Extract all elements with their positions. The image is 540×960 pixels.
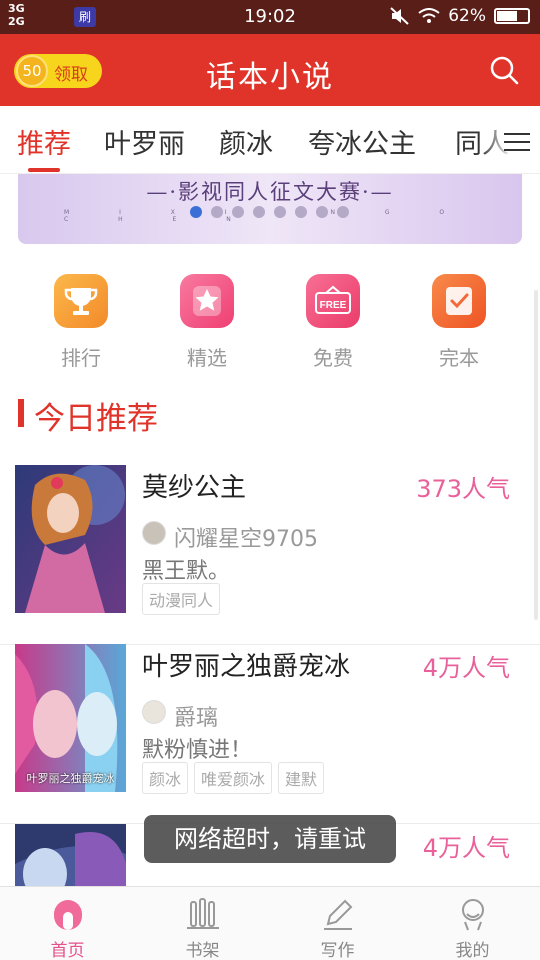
banner-dot[interactable]	[274, 206, 286, 218]
battery-percent: 62%	[448, 6, 486, 26]
check-icon	[432, 274, 486, 328]
promo-banner[interactable]: —·影视同人征文大赛·— M I X I A N G O C H E N	[18, 174, 522, 244]
profile-icon	[461, 899, 484, 931]
book-description: 默粉慎进！	[142, 738, 253, 763]
banner-dot[interactable]	[337, 206, 349, 218]
book-popularity: 373人气	[416, 475, 510, 503]
ranking-label: 排行	[61, 346, 101, 370]
author-avatar	[142, 521, 166, 545]
free-label: 免费	[313, 346, 353, 370]
banner-dot[interactable]	[232, 206, 244, 218]
book-cover[interactable]: 叶罗丽之独爵宠冰	[15, 644, 126, 792]
free-icon: FREE	[306, 274, 360, 328]
banner-title: —·影视同人征文大赛·—	[146, 180, 394, 204]
book-author[interactable]: 闪耀星空9705	[174, 521, 318, 553]
banner-dot[interactable]	[211, 206, 223, 218]
completed-shortcut[interactable]: 完本	[419, 274, 499, 371]
free-shortcut[interactable]: FREE 免费	[293, 274, 373, 371]
featured-shortcut[interactable]: 精选	[167, 274, 247, 371]
book-tags: 颜冰 唯爱颜冰 建默	[142, 762, 325, 794]
nav-write[interactable]: 写作	[270, 887, 405, 960]
app-screen: 3G 2G 刷 19:02 62% 50 领取 话本小说 推荐 叶罗丽 颜冰 夸…	[0, 0, 540, 960]
banner-dot[interactable]	[295, 206, 307, 218]
app-header: 50 领取 话本小说	[0, 34, 540, 106]
nav-profile-label: 我的	[455, 941, 490, 960]
book-author[interactable]: 爵璃	[174, 700, 218, 732]
nav-write-label: 写作	[320, 941, 355, 960]
banner-dot[interactable]	[253, 206, 265, 218]
status-right: 62%	[390, 6, 530, 26]
completed-label: 完本	[439, 346, 479, 370]
book-description: 黑王默。	[142, 559, 231, 584]
author-avatar	[142, 700, 166, 724]
star-icon	[180, 274, 234, 328]
svg-text:FREE: FREE	[320, 300, 347, 311]
cover-caption: 叶罗丽之独爵宠冰	[26, 772, 115, 785]
menu-icon[interactable]	[504, 133, 530, 151]
mute-icon	[390, 7, 409, 25]
banner-dot[interactable]	[316, 206, 328, 218]
book-cover[interactable]	[15, 465, 126, 613]
book-item[interactable]: 莫纱公主 373人气 闪耀星空9705 黑王默。 动漫同人	[0, 465, 540, 645]
network-timeout-toast: 网络超时，请重试	[144, 815, 396, 863]
book-tag[interactable]: 动漫同人	[142, 583, 221, 615]
banner-dot[interactable]	[190, 206, 202, 218]
nav-bookshelf[interactable]: 书架	[135, 887, 270, 960]
battery-icon	[494, 8, 530, 24]
book-tags: 动漫同人	[142, 583, 221, 615]
pen-icon	[323, 899, 352, 930]
book-popularity: 4万人气	[422, 654, 510, 682]
trophy-icon	[54, 274, 108, 328]
app-title: 话本小说	[206, 60, 334, 95]
section-title: 今日推荐	[34, 401, 158, 437]
tab-underline	[28, 168, 60, 172]
book-tag[interactable]: 建默	[278, 762, 325, 794]
nav-bookshelf-label: 书架	[185, 941, 220, 960]
featured-label: 精选	[187, 346, 227, 370]
tab-kuabing-princess[interactable]: 夸冰公主	[308, 122, 416, 161]
home-icon	[53, 900, 82, 930]
nav-profile[interactable]: 我的	[405, 887, 540, 960]
tab-yanbing[interactable]: 颜冰	[219, 122, 273, 161]
bookshelf-icon	[186, 898, 219, 929]
nav-home[interactable]: 首页	[0, 887, 135, 960]
book-popularity: 4万人气	[422, 834, 510, 862]
nav-home-label: 首页	[50, 941, 85, 960]
section-accent-bar	[18, 399, 24, 427]
tab-recommend[interactable]: 推荐	[17, 122, 71, 161]
book-item[interactable]: 叶罗丽之独爵宠冰 叶罗丽之独爵宠冰 4万人气 爵璃 默粉慎进！ 颜冰 唯爱颜冰 …	[0, 644, 540, 824]
wifi-icon	[418, 8, 440, 23]
tab-yeluoli[interactable]: 叶罗丽	[104, 122, 185, 161]
book-title[interactable]: 莫纱公主	[142, 467, 246, 504]
category-shortcuts: 排行 精选 FREE 免费 完本	[0, 274, 540, 374]
category-tabs: 推荐 叶罗丽 颜冰 夸冰公主 同人	[0, 106, 540, 174]
ranking-shortcut[interactable]: 排行	[41, 274, 121, 371]
book-tag[interactable]: 颜冰	[142, 762, 189, 794]
banner-pagination	[190, 206, 349, 218]
bottom-navigation: 首页 书架 写作 我的	[0, 886, 540, 960]
book-title[interactable]: 叶罗丽之独爵宠冰	[142, 646, 350, 683]
search-icon[interactable]	[488, 54, 520, 86]
status-bar: 3G 2G 刷 19:02 62%	[0, 0, 540, 34]
book-tag[interactable]: 唯爱颜冰	[194, 762, 273, 794]
